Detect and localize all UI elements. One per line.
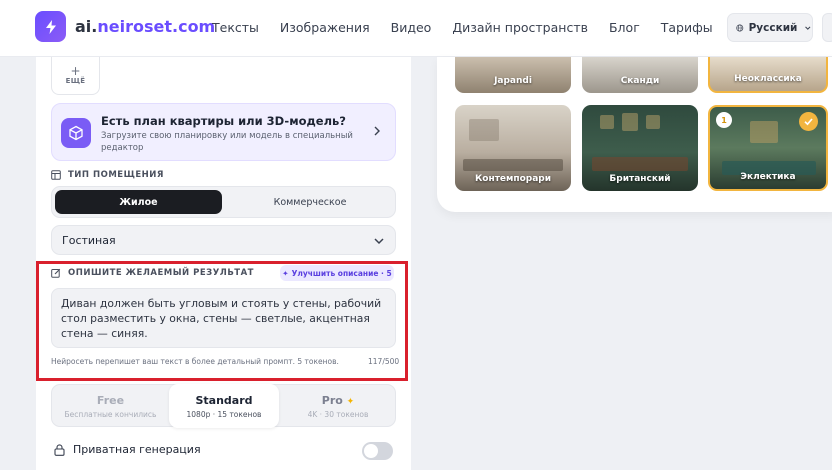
floor-plan-upload-card[interactable]: Есть план квартиры или 3D-модель? Загруз…	[51, 103, 396, 161]
check-icon	[799, 112, 818, 131]
private-generation-toggle[interactable]	[362, 442, 393, 460]
room-type-toggle: Жилое Коммерческое	[51, 186, 396, 218]
style-tile-contemporary[interactable]: Контемпорари	[455, 105, 571, 191]
globe-icon	[736, 24, 744, 31]
quality-selector: Free Бесплатные кончились Standard 1080p…	[51, 384, 397, 428]
nav-images[interactable]: Изображения	[280, 20, 370, 35]
lock-icon	[54, 443, 65, 456]
toggle-knob	[364, 444, 378, 458]
style-tile-british[interactable]: Британский	[582, 105, 698, 191]
top-header: ai.neiroset.com Тексты Изображения Видео…	[0, 0, 832, 57]
style-tile-scandi[interactable]: Сканди	[582, 57, 698, 93]
sparkle-icon: ✦	[282, 268, 289, 278]
private-generation-row: Приватная генерация	[54, 443, 201, 456]
chevron-down-icon	[374, 238, 384, 245]
nav-video[interactable]: Видео	[391, 20, 432, 35]
option-commercial[interactable]: Коммерческое	[226, 190, 394, 214]
selection-order-badge: 1	[716, 112, 732, 128]
description-textarea[interactable]: Диван должен быть угловым и стоять у сте…	[51, 288, 396, 348]
edit-icon	[51, 268, 61, 278]
desired-result-label: ОПИШИТЕ ЖЕЛАЕМЫЙ РЕЗУЛЬТАТ	[51, 268, 254, 278]
plus-icon: +	[70, 64, 81, 78]
tier-free[interactable]: Free Бесплатные кончились	[52, 385, 169, 428]
plan-card-title: Есть план квартиры или 3D-модель?	[101, 114, 346, 128]
tier-pro[interactable]: Pro ✦ 4K · 30 токенов	[279, 385, 397, 428]
language-label: Русский	[748, 21, 798, 34]
more-label: ЕЩЁ	[65, 77, 86, 85]
nav-space-design[interactable]: Дизайн пространств	[452, 20, 588, 35]
nav-blog[interactable]: Блог	[609, 20, 640, 35]
nav-texts[interactable]: Тексты	[212, 20, 259, 35]
main-nav: Тексты Изображения Видео Дизайн простран…	[212, 20, 734, 35]
style-tile-neoclassic[interactable]: Неоклассика	[708, 57, 828, 93]
nav-pricing[interactable]: Тарифы	[661, 20, 713, 35]
wall-frame	[646, 115, 660, 129]
room-select[interactable]: Гостиная	[51, 225, 396, 255]
language-selector[interactable]: Русский	[727, 13, 813, 42]
room-select-value: Гостиная	[62, 233, 116, 247]
logo-lightning-icon[interactable]	[35, 11, 66, 42]
character-counter: 117/500	[368, 357, 400, 366]
description-hint: Нейросеть перепишет ваш текст в более де…	[51, 357, 339, 366]
plan-card-description: Загрузите свою планировку или модель в с…	[101, 131, 353, 153]
chevron-right-icon	[374, 126, 380, 136]
star-icon: ✦	[346, 397, 355, 407]
wall-frame	[750, 121, 778, 143]
header-edge-button[interactable]	[822, 13, 832, 42]
wall-frame	[600, 115, 614, 129]
wall-art	[469, 119, 499, 141]
layout-icon	[51, 170, 61, 180]
cube-icon	[61, 118, 91, 148]
room-type-label: ТИП ПОМЕЩЕНИЯ	[51, 170, 164, 180]
tier-standard[interactable]: Standard 1080p · 15 токенов	[169, 384, 279, 428]
style-tile-japandi[interactable]: Japandi	[455, 57, 571, 93]
chevron-down-icon	[805, 26, 811, 30]
logo-text[interactable]: ai.neiroset.com	[75, 17, 215, 36]
option-residential[interactable]: Жилое	[55, 190, 222, 214]
sofa-shape	[463, 159, 563, 171]
wall-frame	[622, 113, 638, 131]
improve-description-button[interactable]: ✦ Улучшить описание · 5	[280, 265, 394, 281]
sofa-shape	[592, 157, 688, 171]
more-styles-button[interactable]: + ЕЩЁ	[51, 57, 100, 95]
